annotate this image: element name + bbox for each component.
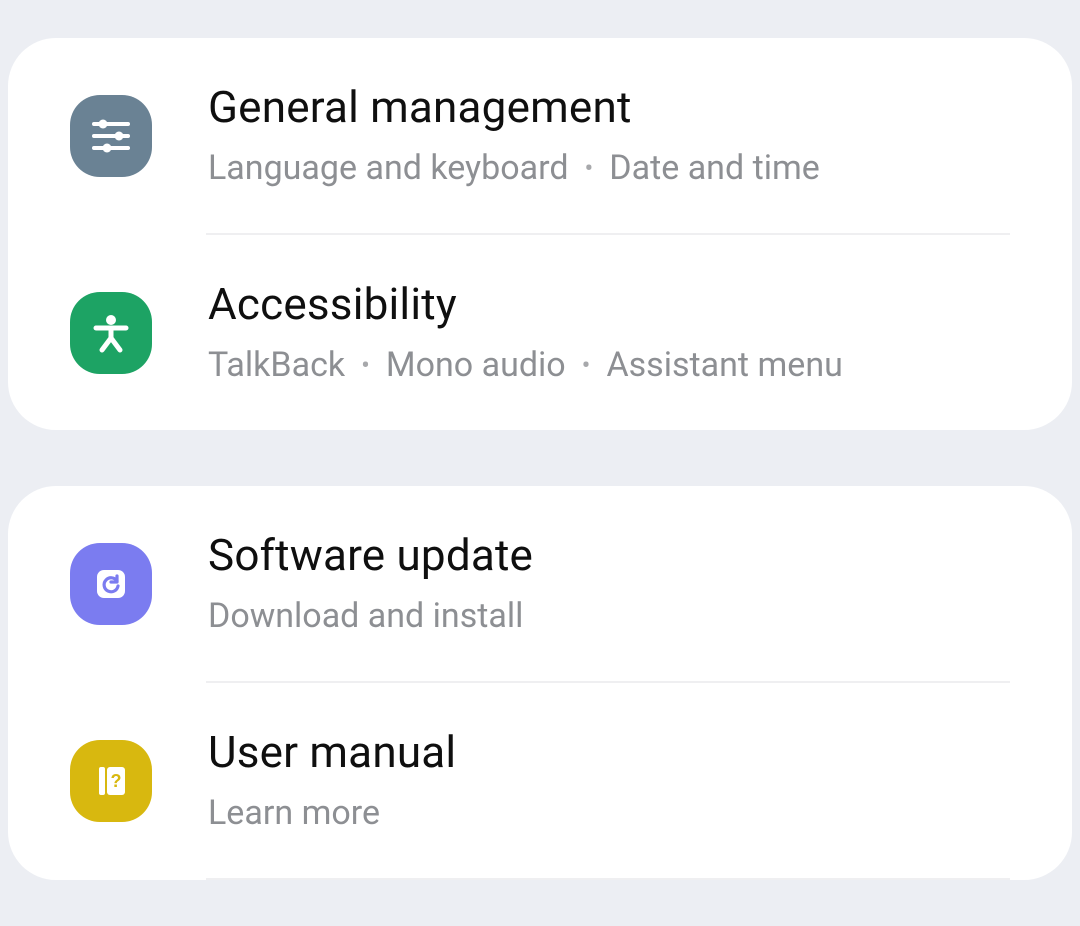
settings-page: General management Language and keyboard…	[0, 0, 1080, 880]
row-subtitle: Learn more	[208, 792, 1010, 835]
subtitle-part: Learn more	[208, 793, 380, 833]
subtitle-part: Date and time	[609, 148, 820, 188]
settings-row-user-manual[interactable]: ? User manual Learn more	[8, 683, 1072, 878]
svg-text:?: ?	[111, 771, 122, 791]
row-title: Accessibility	[208, 279, 1010, 330]
row-subtitle: Download and install	[208, 595, 1010, 638]
row-icon-wrap	[70, 95, 152, 177]
row-content: Software update Download and install	[208, 530, 1010, 637]
separator-dot: •	[345, 350, 386, 383]
refresh-badge-icon	[70, 543, 152, 625]
person-icon	[70, 292, 152, 374]
settings-group: Software update Download and install ? U…	[8, 486, 1072, 880]
row-subtitle: Language and keyboard•Date and time	[208, 147, 1010, 190]
separator-dot: •	[566, 350, 607, 383]
settings-row-accessibility[interactable]: Accessibility TalkBack•Mono audio•Assist…	[8, 235, 1072, 430]
separator-dot: •	[569, 153, 610, 186]
subtitle-part: Assistant menu	[606, 345, 842, 385]
row-title: Software update	[208, 530, 1010, 581]
row-title: General management	[208, 82, 1010, 133]
row-content: General management Language and keyboard…	[208, 82, 1010, 189]
row-divider	[206, 878, 1010, 880]
subtitle-part: Language and keyboard	[208, 148, 569, 188]
row-content: Accessibility TalkBack•Mono audio•Assist…	[208, 279, 1010, 386]
row-icon-wrap	[70, 292, 152, 374]
row-title: User manual	[208, 727, 1010, 778]
row-content: User manual Learn more	[208, 727, 1010, 834]
settings-row-software-update[interactable]: Software update Download and install	[8, 486, 1072, 681]
row-icon-wrap: ?	[70, 740, 152, 822]
row-icon-wrap	[70, 543, 152, 625]
subtitle-part: Download and install	[208, 596, 523, 636]
subtitle-part: TalkBack	[208, 345, 345, 385]
book-help-icon: ?	[70, 740, 152, 822]
subtitle-part: Mono audio	[386, 345, 566, 385]
settings-row-general-management[interactable]: General management Language and keyboard…	[8, 38, 1072, 233]
row-subtitle: TalkBack•Mono audio•Assistant menu	[208, 344, 1010, 387]
settings-group: General management Language and keyboard…	[8, 38, 1072, 430]
sliders-icon	[70, 95, 152, 177]
